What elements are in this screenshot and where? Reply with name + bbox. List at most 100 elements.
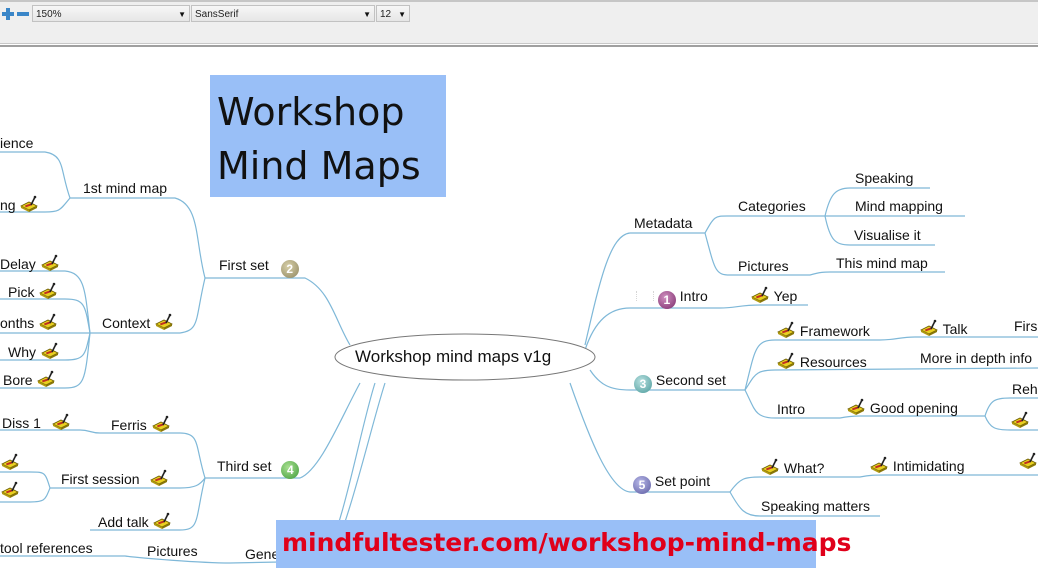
- title-line-2: Mind Maps: [217, 144, 421, 188]
- node-intimidating-child[interactable]: [1018, 452, 1038, 470]
- node-set-point[interactable]: 5 Set point: [633, 473, 710, 494]
- hammer-icon: [38, 313, 58, 331]
- hammer-icon: [152, 512, 172, 530]
- node-ending-label: ng: [0, 197, 16, 213]
- hammer-icon: [0, 481, 20, 499]
- title-line-1: Workshop: [217, 90, 405, 134]
- node-first-session[interactable]: First session: [61, 469, 169, 487]
- node-first-set-label: First set: [219, 257, 269, 273]
- node-yep[interactable]: Yep: [750, 286, 797, 304]
- node-intro-second[interactable]: Intro: [777, 401, 805, 417]
- hammer-icon: [151, 415, 171, 433]
- hammer-icon: [154, 313, 174, 331]
- title-overlay: Workshop Mind Maps: [210, 75, 446, 197]
- node-ferris[interactable]: Ferris: [111, 415, 171, 433]
- hammer-icon: [846, 398, 866, 416]
- node-pick-label: Pick: [8, 284, 35, 300]
- node-months-label: onths: [0, 315, 35, 331]
- node-resources[interactable]: Resources: [776, 352, 867, 370]
- node-pictures-right[interactable]: Pictures: [738, 258, 789, 274]
- root-node-label[interactable]: Workshop mind maps v1g: [355, 347, 551, 367]
- link-metadata-categories: [704, 215, 825, 234]
- progress-icon: [636, 291, 654, 301]
- hammer-icon: [40, 342, 60, 360]
- priority-2-icon: 2: [280, 260, 299, 278]
- node-intimidating[interactable]: Intimidating: [869, 456, 964, 474]
- node-good-opening-child[interactable]: [1010, 411, 1030, 429]
- node-categories[interactable]: Categories: [738, 198, 806, 214]
- hammer-icon: [919, 319, 939, 337]
- node-why[interactable]: Why: [8, 342, 60, 360]
- node-ending[interactable]: ng: [0, 195, 39, 213]
- node-pictures-left[interactable]: Pictures: [147, 543, 198, 559]
- node-months[interactable]: onths: [0, 313, 58, 331]
- node-first-session-label: First session: [61, 471, 140, 487]
- url-overlay: mindfultester.com/workshop-mind-maps: [276, 520, 851, 568]
- hammer-icon: [38, 282, 58, 300]
- hammer-icon: [0, 453, 20, 471]
- title-text: Workshop Mind Maps: [217, 85, 421, 193]
- hammer-icon: [1010, 411, 1030, 429]
- node-second-set[interactable]: 3 Second set: [634, 372, 726, 393]
- node-metadata[interactable]: Metadata: [634, 215, 692, 231]
- link-general-pictures: [0, 555, 281, 564]
- node-delay[interactable]: Delay: [0, 254, 60, 272]
- mindmap-links: [0, 151, 1038, 564]
- node-talk[interactable]: Talk: [919, 319, 968, 337]
- node-third-set[interactable]: Third set 4: [217, 458, 300, 479]
- node-what-label: What?: [783, 460, 825, 476]
- node-general[interactable]: Gene: [245, 546, 279, 562]
- node-good-opening[interactable]: Good opening: [846, 398, 958, 416]
- link-first-set-1st: [70, 197, 206, 279]
- link-1st-ience: [0, 151, 71, 199]
- hammer-icon: [149, 469, 169, 487]
- node-speaking[interactable]: Speaking: [855, 170, 913, 186]
- url-text: mindfultester.com/workshop-mind-maps: [282, 528, 852, 557]
- node-context-label: Context: [102, 315, 151, 331]
- priority-3-icon: 3: [634, 375, 652, 393]
- node-intro-label: Intro: [679, 288, 708, 304]
- node-bore-label: Bore: [3, 372, 33, 388]
- hammer-icon: [19, 195, 39, 213]
- node-first-set[interactable]: First set 2: [219, 257, 299, 278]
- link-root-intro: [584, 304, 808, 351]
- hammer-icon: [51, 413, 71, 431]
- node-experience[interactable]: ience: [0, 135, 33, 151]
- node-session-child-a[interactable]: [0, 453, 20, 471]
- node-diss-1[interactable]: Diss 1: [2, 413, 71, 431]
- node-intimidating-label: Intimidating: [892, 458, 965, 474]
- hammer-icon: [36, 370, 56, 388]
- node-context[interactable]: Context: [102, 313, 174, 331]
- node-intro[interactable]: 1 Intro: [636, 288, 708, 309]
- node-add-talk-label: Add talk: [98, 514, 149, 530]
- hammer-icon: [760, 458, 780, 476]
- node-add-talk[interactable]: Add talk: [98, 512, 172, 530]
- node-1st-mind-map[interactable]: 1st mind map: [83, 180, 167, 196]
- node-delay-label: Delay: [0, 256, 36, 272]
- node-pick[interactable]: Pick: [8, 282, 58, 300]
- node-tool-references[interactable]: tool references: [0, 540, 93, 556]
- node-speaking-matters[interactable]: Speaking matters: [761, 498, 870, 514]
- node-talk-label: Talk: [942, 321, 968, 337]
- node-what[interactable]: What?: [760, 458, 824, 476]
- node-session-child-b[interactable]: [0, 481, 20, 499]
- priority-5-icon: 5: [633, 476, 651, 494]
- node-yep-label: Yep: [773, 288, 798, 304]
- hammer-icon: [776, 321, 796, 339]
- node-this-mind-map[interactable]: This mind map: [836, 255, 928, 271]
- node-bore[interactable]: Bore: [3, 370, 56, 388]
- node-diss-1-label: Diss 1: [2, 415, 41, 431]
- node-resources-label: Resources: [799, 354, 867, 370]
- node-ferris-label: Ferris: [111, 417, 147, 433]
- priority-1-icon: 1: [657, 291, 676, 309]
- node-second-set-label: Second set: [655, 372, 726, 388]
- link-root-first-set: [205, 277, 351, 346]
- node-mind-mapping[interactable]: Mind mapping: [855, 198, 943, 214]
- node-framework-label: Framework: [799, 323, 870, 339]
- node-visualise-it[interactable]: Visualise it: [854, 227, 921, 243]
- node-why-label: Why: [8, 344, 36, 360]
- node-first[interactable]: Firs: [1014, 318, 1037, 334]
- node-more-info[interactable]: More in depth info: [920, 350, 1032, 366]
- node-rehearse[interactable]: Reh: [1012, 381, 1038, 397]
- node-framework[interactable]: Framework: [776, 321, 870, 339]
